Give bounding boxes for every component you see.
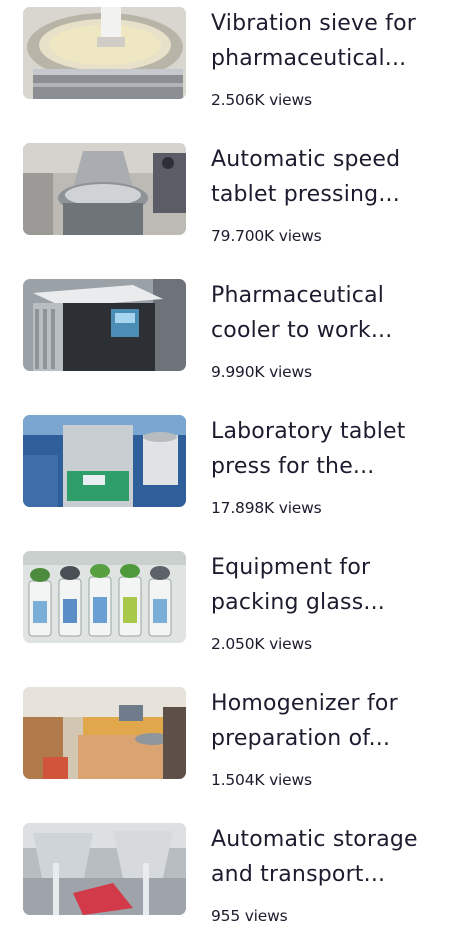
video-thumbnail[interactable] <box>23 7 186 99</box>
tablet-press-photo-icon <box>23 143 186 235</box>
video-title[interactable]: Automatic speed tablet pressing... <box>211 142 451 212</box>
view-count: 955 views <box>211 907 288 925</box>
video-item-homogenizer[interactable]: Homogenizer for preparation of... 1.504K… <box>0 680 457 790</box>
vibration-sieve-photo-icon <box>23 7 186 99</box>
view-count: 2.050K views <box>211 635 312 653</box>
video-thumbnail[interactable] <box>23 823 186 915</box>
video-list: Vibration sieve for pharmaceutical... 2.… <box>0 0 457 927</box>
video-title[interactable]: Homogenizer for preparation of... <box>211 686 451 756</box>
video-item-lab-tablet-press[interactable]: Laboratory tablet press for the... 17.89… <box>0 408 457 518</box>
video-item-storage-transport[interactable]: Automatic storage and transport... 955 v… <box>0 816 457 926</box>
video-title[interactable]: Equipment for packing glass... <box>211 550 451 620</box>
video-thumbnail[interactable] <box>23 551 186 643</box>
video-title[interactable]: Vibration sieve for pharmaceutical... <box>211 6 451 76</box>
video-thumbnail[interactable] <box>23 143 186 235</box>
lab-tablet-press-photo-icon <box>23 415 186 507</box>
glass-vials-photo-icon <box>23 551 186 643</box>
video-item-cooler[interactable]: Pharmaceutical cooler to work... 9.990K … <box>0 272 457 382</box>
video-thumbnail[interactable] <box>23 687 186 779</box>
view-count: 2.506K views <box>211 91 312 109</box>
storage-transport-photo-icon <box>23 823 186 915</box>
video-title[interactable]: Automatic storage and transport... <box>211 822 451 892</box>
view-count: 1.504K views <box>211 771 312 789</box>
video-thumbnail[interactable] <box>23 279 186 371</box>
video-title[interactable]: Laboratory tablet press for the... <box>211 414 451 484</box>
view-count: 79.700K views <box>211 227 322 245</box>
video-item-vibration-sieve[interactable]: Vibration sieve for pharmaceutical... 2.… <box>0 0 457 110</box>
cooler-photo-icon <box>23 279 186 371</box>
homogenizer-photo-icon <box>23 687 186 779</box>
view-count: 17.898K views <box>211 499 322 517</box>
video-thumbnail[interactable] <box>23 415 186 507</box>
video-title[interactable]: Pharmaceutical cooler to work... <box>211 278 451 348</box>
video-item-glass-vials[interactable]: Equipment for packing glass... 2.050K vi… <box>0 544 457 654</box>
video-item-tablet-press[interactable]: Automatic speed tablet pressing... 79.70… <box>0 136 457 246</box>
view-count: 9.990K views <box>211 363 312 381</box>
